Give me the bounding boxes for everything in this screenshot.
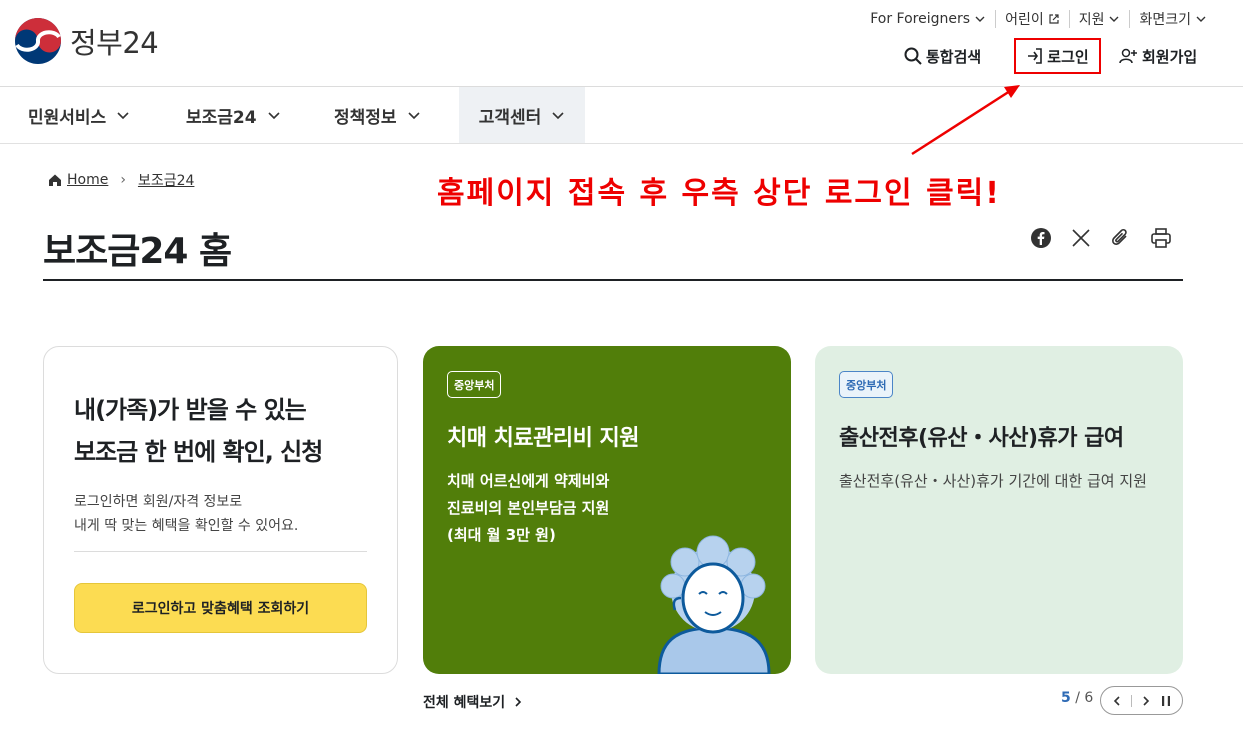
divider [1130, 694, 1132, 707]
grandmother-illustration-icon [657, 535, 771, 674]
gnb-customer-center[interactable]: 고객센터 [459, 87, 585, 143]
benefit-title: 출산전후(유산・사산)휴가 급여 [839, 426, 1124, 451]
benefit-description: 치매 어르신에게 약제비와 진료비의 본인부담금 지원 (최대 월 3만 원) [447, 472, 610, 544]
x-share-button[interactable] [1069, 226, 1093, 250]
integrated-search-button[interactable]: 통합검색 [903, 38, 981, 74]
chevron-down-icon [407, 112, 420, 120]
home-icon [49, 174, 61, 186]
external-link-icon [1049, 14, 1059, 24]
search-icon [904, 47, 922, 65]
status-badge: 중앙부처 [447, 371, 502, 398]
util-kids[interactable]: 어린이 [995, 10, 1069, 28]
prev-slide-button[interactable] [1112, 695, 1122, 707]
utility-menu: For Foreigners 어린이 지원 화면크기 [861, 10, 1207, 28]
page-title: 보조금24 홈 [43, 231, 232, 272]
intro-heading: 내(가족)가 받을 수 있는 보조금 한 번에 확인, 신청 [74, 396, 323, 466]
pause-slide-button[interactable] [1160, 695, 1172, 707]
site-header: 정부24 For Foreigners 어린이 지원 화면크기 통합검색 로그인 [0, 0, 1243, 87]
util-support[interactable]: 지원 [1068, 10, 1130, 28]
util-foreigners[interactable]: For Foreigners [861, 10, 995, 28]
intro-card: 내(가족)가 받을 수 있는 보조금 한 번에 확인, 신청 로그인하면 회원/… [43, 346, 398, 674]
annotation-text: 홈페이지 접속 후 우측 상단 로그인 클릭! [437, 176, 1001, 211]
login-button[interactable]: 로그인 [1014, 38, 1101, 74]
x-icon [1072, 229, 1090, 247]
print-button[interactable] [1149, 226, 1173, 250]
facebook-icon [1031, 228, 1051, 248]
print-icon [1151, 228, 1171, 248]
view-all-benefits-link[interactable]: 전체 혜택보기 [423, 692, 523, 712]
main-navigation: 민원서비스 보조금24 정책정보 고객센터 [0, 87, 1243, 144]
benefit-card-dementia[interactable]: 중앙부처 치매 치료관리비 지원 치매 어르신에게 약제비와 진료비의 본인부담… [423, 346, 791, 674]
join-button[interactable]: 회원가입 [1119, 38, 1197, 74]
gnb-policy-info[interactable]: 정책정보 [334, 87, 421, 143]
header-actions: 통합검색 로그인 회원가입 [0, 38, 1243, 74]
breadcrumb-current[interactable]: 보조금24 [138, 170, 194, 190]
chevron-down-icon [117, 112, 129, 120]
chevron-right-icon [515, 697, 522, 707]
benefit-title: 치매 치료관리비 지원 [447, 426, 639, 451]
next-slide-button[interactable] [1141, 695, 1151, 707]
title-divider [43, 279, 1183, 281]
chevron-down-icon [1196, 16, 1206, 22]
benefit-description: 출산전후(유산・사산)휴가 기간에 대한 급여 지원 [839, 472, 1147, 490]
pause-icon [1161, 695, 1170, 706]
gnb-subsidy24[interactable]: 보조금24 [186, 87, 281, 143]
chevron-down-icon [268, 112, 280, 120]
breadcrumb: Home › 보조금24 [48, 170, 194, 190]
chevron-down-icon [975, 16, 985, 22]
chevron-left-icon [1113, 695, 1120, 706]
benefit-card-maternity[interactable]: 중앙부처 출산전후(유산・사산)휴가 급여 출산전후(유산・사산)휴가 기간에 … [815, 346, 1183, 674]
slide-counter: 5 / 6 [1061, 690, 1094, 706]
intro-divider [74, 551, 367, 552]
paperclip-icon [1112, 228, 1127, 245]
util-screen-size[interactable]: 화면크기 [1129, 10, 1207, 28]
facebook-share-button[interactable] [1029, 226, 1053, 250]
intro-description: 로그인하면 회원/자격 정보로 내게 딱 맞는 혜택을 확인할 수 있어요. [74, 494, 299, 534]
login-custom-benefit-button[interactable]: 로그인하고 맞춤혜택 조회하기 [74, 583, 367, 633]
user-add-icon [1119, 48, 1137, 64]
status-badge: 중앙부처 [839, 371, 894, 398]
gnb-civil-service[interactable]: 민원서비스 [28, 87, 130, 143]
breadcrumb-separator-icon: › [120, 172, 126, 188]
login-icon [1028, 48, 1043, 64]
chevron-down-icon [1109, 16, 1119, 22]
chevron-down-icon [552, 112, 564, 120]
chevron-right-icon [1142, 695, 1149, 706]
slide-controls [1100, 686, 1183, 715]
copy-link-button[interactable] [1109, 226, 1133, 250]
breadcrumb-home[interactable]: Home [67, 172, 108, 188]
